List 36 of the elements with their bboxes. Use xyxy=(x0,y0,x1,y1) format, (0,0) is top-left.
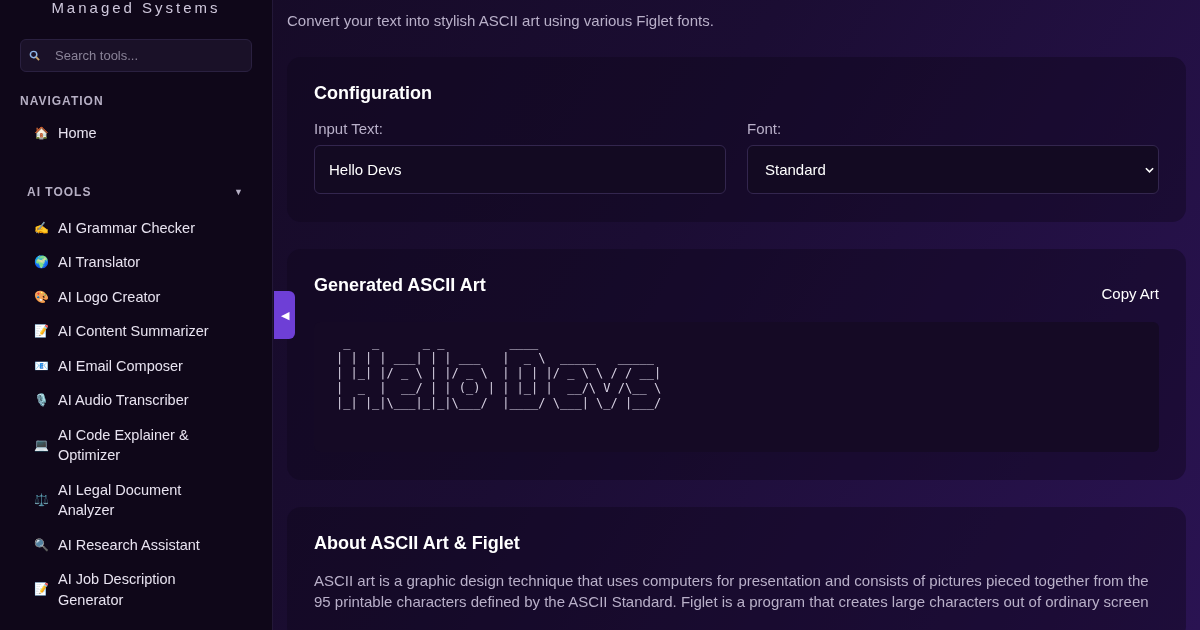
sidebar-item[interactable]: 📝 AI Content Summarizer xyxy=(20,314,252,349)
about-paragraph: ASCII art is a graphic design technique that uses computers for presentation and consists of pictures pieced together from the 95 printable characters defined by the ASCII Standard. Figlet is a program that creates large characters out of ordinary screen xyxy=(314,571,1150,612)
sidebar-item[interactable]: 🌍 AI Translator xyxy=(20,245,252,280)
caret-icon[interactable]: ▼ xyxy=(234,186,244,197)
section-title[interactable]: AI TOOLS xyxy=(27,184,92,199)
collapse-toggle[interactable]: ◀ xyxy=(274,291,295,339)
sidebar-item[interactable]: 🔍 AI Research Assistant xyxy=(20,527,252,562)
field-label: Input Text: xyxy=(314,120,384,137)
item-icon: ✍ xyxy=(34,217,50,238)
card-title: Configuration xyxy=(314,83,433,104)
page-subtitle: Convert your text into stylish ASCII art using various Figlet fonts. xyxy=(287,12,715,29)
item-icon: 🎨 xyxy=(34,286,50,307)
item-icon: 📧 xyxy=(34,355,50,376)
copy-art-button[interactable]: Copy Art xyxy=(1101,285,1159,302)
sidebar-item[interactable]: 🎨 AI Logo Creator xyxy=(20,279,252,314)
item-icon: ⚖ xyxy=(34,489,50,511)
search-field[interactable]: Search tools... xyxy=(20,39,252,72)
card-title: About ASCII Art & Figlet xyxy=(314,533,521,554)
card-title: Generated ASCII Art xyxy=(314,275,486,296)
brand-name: Managed Systems xyxy=(50,0,222,18)
item-icon: 🌍 xyxy=(34,252,50,273)
item-icon: 📝 xyxy=(34,321,50,342)
item-icon: 🏠 xyxy=(34,123,50,144)
sidebar-item[interactable]: 📧 AI Email Composer xyxy=(20,348,252,383)
text-input-field[interactable]: Hello Devs xyxy=(314,145,726,194)
sidebar-item[interactable]: 🏠 Home xyxy=(20,116,252,151)
field-label: Font: xyxy=(747,120,783,137)
item-icon: 🎙 xyxy=(34,390,50,411)
section-title: NAVIGATION xyxy=(20,94,104,108)
item-icon: 📝 xyxy=(34,579,50,600)
sidebar-item[interactable]: 🎙 AI Audio Transcriber xyxy=(20,383,252,418)
sidebar-item[interactable]: ✍ AI Grammar Checker xyxy=(20,210,252,245)
chevron-icon xyxy=(1145,166,1154,173)
font-dropdown[interactable]: Standard xyxy=(747,145,1159,194)
item-icon: 🔍 xyxy=(34,534,50,555)
item-icon: 💻 xyxy=(34,434,50,456)
